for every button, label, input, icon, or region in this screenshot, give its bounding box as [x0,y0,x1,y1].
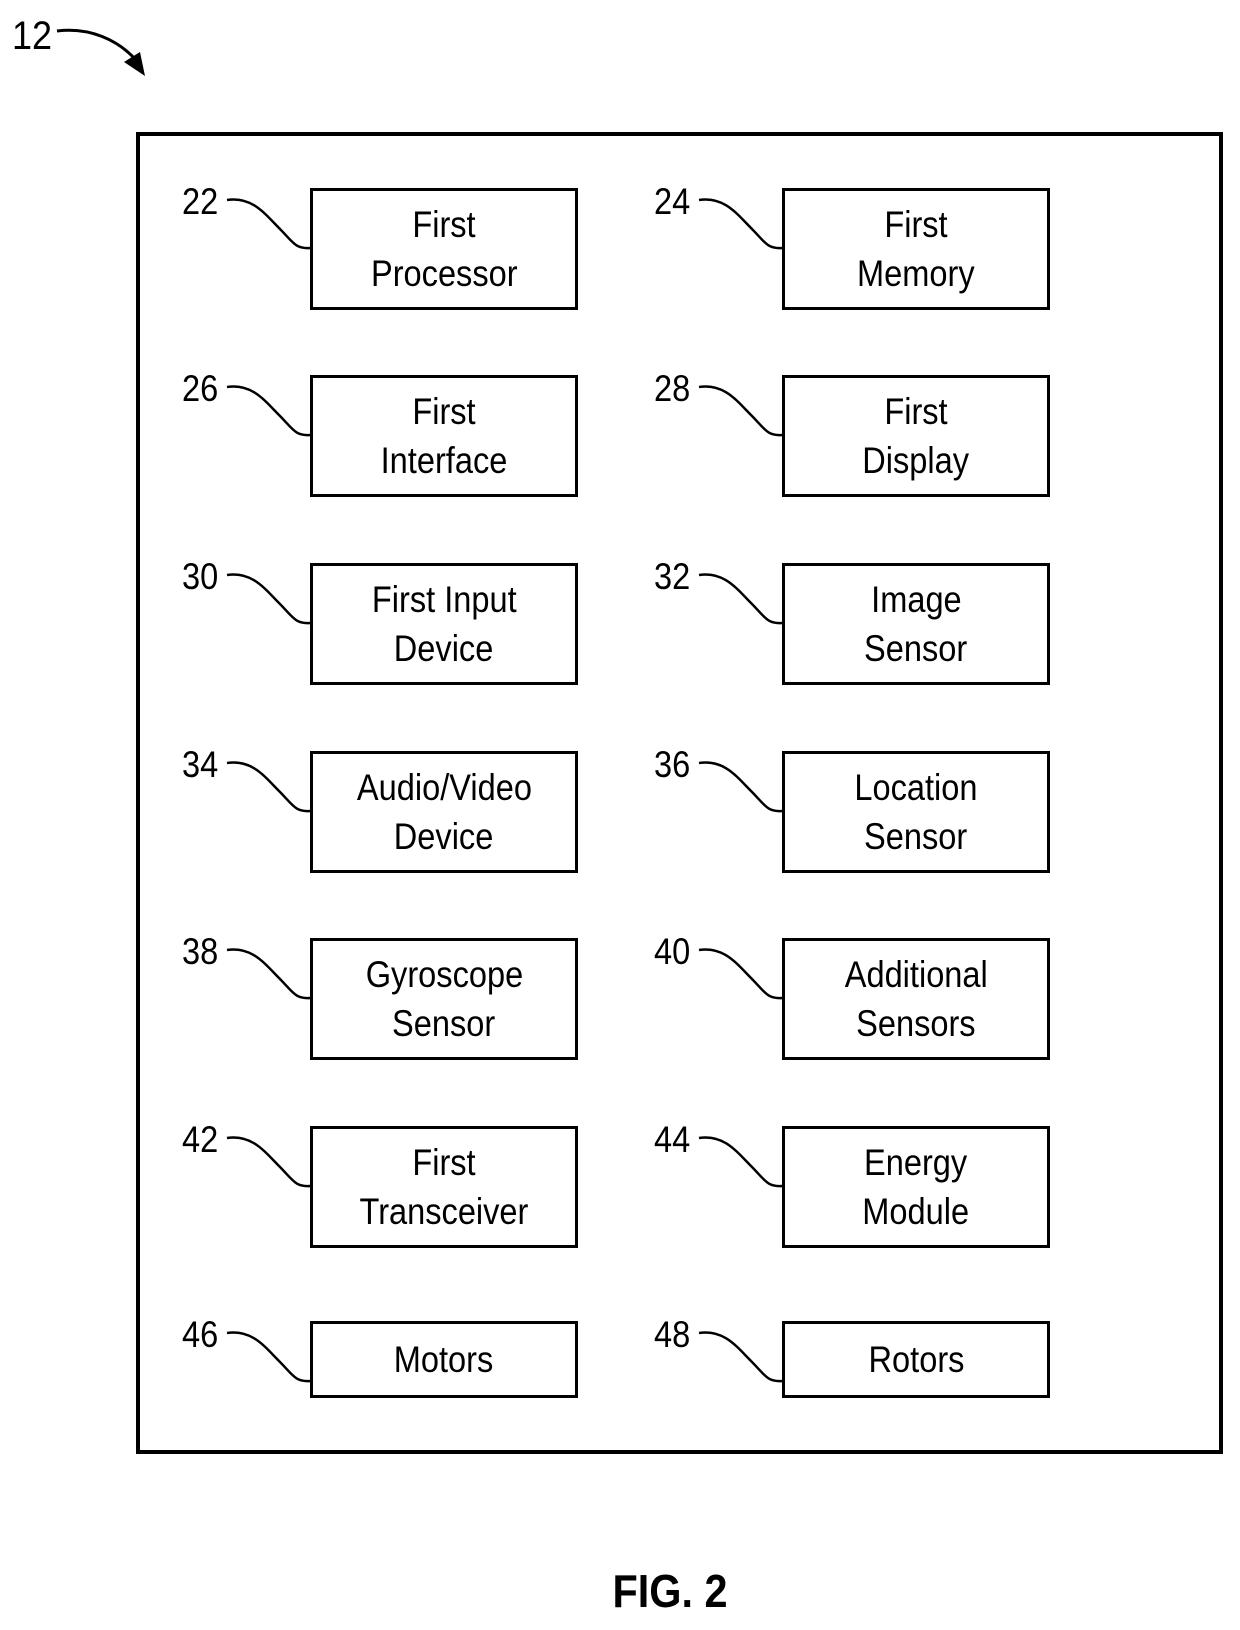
component-box: Energy Module [782,1126,1050,1248]
component-reference-number: 40 [654,931,691,972]
component-box: Audio/Video Device [310,751,578,873]
component-box: Gyroscope Sensor [310,938,578,1060]
component-label-line: Image [870,579,962,620]
component-box: Image Sensor [782,563,1050,685]
leader-line [226,1331,311,1383]
component-reference-number: 26 [182,368,219,409]
component-label-line: Location [854,767,978,808]
component-label-line: First [412,1142,476,1183]
leader-line [698,1136,783,1188]
component-label-line: Audio/Video [356,767,532,808]
component-reference-number: 30 [182,556,219,597]
component-reference-number: 46 [182,1314,219,1355]
leader-line [226,948,311,1000]
figure-reference-number: 12 [12,14,53,58]
component-reference-number: 28 [654,368,691,409]
component-box: Motors [310,1321,578,1398]
component-reference-number: 38 [182,931,219,972]
component-reference-number: 32 [654,556,691,597]
diagram-lines [56,28,1223,1454]
component-box: First Transceiver [310,1126,578,1248]
component-box: Additional Sensors [782,938,1050,1060]
component-label-line: Memory [857,253,975,294]
component-reference-number: 34 [182,744,219,785]
leader-line [698,761,783,813]
component-label-line: Device [394,628,494,669]
device-frame [136,132,1223,1454]
component-label-line: Gyroscope [365,954,523,995]
component-label-line: First Input [371,579,517,620]
component-box: First Interface [310,375,578,497]
component-label-line: Interface [380,440,508,481]
component-label-line: Sensor [392,1003,496,1044]
component-label-line: Motors [394,1339,494,1380]
leader-line [226,385,311,437]
component-label-line: Device [394,816,494,857]
leader-line [226,761,311,813]
component-reference-number: 48 [654,1314,691,1355]
component-box: First Processor [310,188,578,310]
component-label-line: Sensor [864,628,968,669]
component-label-line: Processor [370,253,518,294]
component-reference-number: 36 [654,744,691,785]
component-box: Rotors [782,1321,1050,1398]
component-box: First Display [782,375,1050,497]
component-label-line: First [884,204,948,245]
leader-line [226,1136,311,1188]
component-reference-number: 44 [654,1119,691,1160]
component-label-line: Sensor [864,816,968,857]
leader-line [698,948,783,1000]
leader-line [698,385,783,437]
component-box: First Memory [782,188,1050,310]
leader-line [698,198,783,250]
component-label-line: First [412,204,476,245]
component-label-line: First [884,391,948,432]
component-label-line: Rotors [868,1339,964,1380]
component-label-line: Display [862,440,970,481]
arrowhead-icon [124,52,145,76]
leader-line [698,1331,783,1383]
component-label-line: Energy [864,1142,968,1183]
leader-line [698,573,783,625]
component-label-line: Transceiver [359,1191,529,1232]
component-label-line: Module [862,1191,970,1232]
component-label-line: Sensors [856,1003,976,1044]
block-diagram: 12 First Processor 22 First Memory 24 First Int… [0,0,1240,1630]
figure-caption: FIG. 2 [612,1565,728,1617]
component-reference-number: 42 [182,1119,219,1160]
figure-reference-arrow [56,28,138,62]
leader-line [226,573,311,625]
component-box: Location Sensor [782,751,1050,873]
component-label-line: First [412,391,476,432]
component-label-line: Additional [844,954,988,995]
component-reference-number: 24 [654,181,691,222]
component-reference-number: 22 [182,181,219,222]
leader-line [226,198,311,250]
component-box: First Input Device [310,563,578,685]
